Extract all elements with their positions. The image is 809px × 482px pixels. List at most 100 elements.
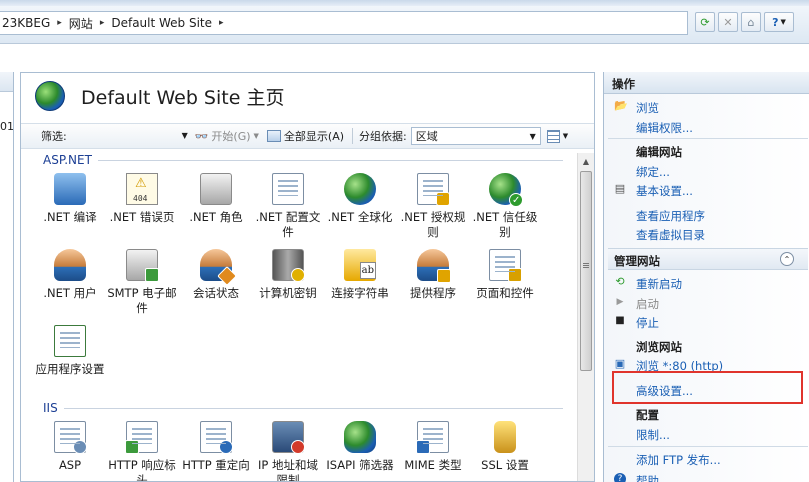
feature-label: .NET 错误页 xyxy=(109,210,175,224)
profile-icon xyxy=(272,173,304,205)
binoculars-icon: 👓 xyxy=(194,129,209,143)
start-link: 启动 xyxy=(636,297,659,311)
chevron-down-icon: ▼ xyxy=(780,18,786,26)
feature-tile[interactable]: SSL 设置 xyxy=(470,421,540,473)
chevron-down-icon[interactable]: ▼ xyxy=(182,131,188,140)
error-404-icon xyxy=(126,173,158,206)
feature-tile[interactable]: 提供程序 xyxy=(398,249,468,301)
view-mode-button[interactable]: ▼ xyxy=(546,129,568,143)
show-all-label: 全部显示(A) xyxy=(283,130,345,143)
group-divider xyxy=(63,407,563,409)
feature-label: 应用程序设置 xyxy=(35,362,105,376)
help-link[interactable]: 帮助 xyxy=(636,473,659,482)
group-by-select[interactable]: 区域 ▼ xyxy=(410,127,541,145)
restart-icon: ⟲ xyxy=(615,275,625,288)
toolbar-divider xyxy=(352,128,354,144)
group-heading-iis[interactable]: IIS xyxy=(43,401,563,415)
arrow-badge-icon xyxy=(125,440,139,454)
edit-permissions-link[interactable]: 编辑权限... xyxy=(636,120,693,136)
mime-types-icon xyxy=(416,421,449,454)
feature-label: 页面和控件 xyxy=(476,286,534,300)
filter-bar: 筛选: ▼ 👓 开始(G) ▼ 全部显示(A) 分组依据: 区域 ▼ ▼ xyxy=(21,123,594,149)
address-bar: 23KBEG ▸ 网站 ▸ Default Web Site ▸ ⟳ ✕ ⌂ ?… xyxy=(0,0,809,44)
http-redirect-icon xyxy=(200,421,233,454)
feature-tile[interactable]: .NET 用户 xyxy=(35,249,105,301)
chevron-down-icon: ▼ xyxy=(253,132,259,140)
feature-tile[interactable]: .NET 全球化 xyxy=(325,173,395,225)
isapi-filter-icon xyxy=(344,421,376,453)
feature-tile[interactable]: ISAPI 筛选器 xyxy=(325,421,395,473)
basic-settings-link[interactable]: 基本设置... xyxy=(636,183,693,199)
help-button[interactable]: ? ▼ xyxy=(764,12,794,32)
vertical-scrollbar[interactable]: ▲ xyxy=(577,153,594,481)
scroll-up-icon[interactable]: ▲ xyxy=(578,153,594,169)
breadcrumb[interactable]: 23KBEG ▸ 网站 ▸ Default Web Site ▸ xyxy=(0,11,688,35)
download-arrow-icon xyxy=(54,173,86,205)
feature-tile[interactable]: IP 地址和域限制 xyxy=(253,421,323,481)
manage-site-section[interactable]: 管理网站 ⌃ xyxy=(608,248,808,270)
group-heading-aspnet[interactable]: ASP.NET xyxy=(43,153,563,167)
actions-panel: 操作 📂 浏览 编辑权限... 编辑网站 绑定... ▤ 基本设置... 查看应… xyxy=(603,72,809,482)
tree-item-text[interactable]: 01 xyxy=(0,120,14,133)
filter-label: 筛选: xyxy=(41,130,67,143)
show-all-button[interactable]: 全部显示(A) xyxy=(266,128,345,144)
view-virtual-directories-link[interactable]: 查看虚拟目录 xyxy=(636,227,705,243)
chevron-down-icon: ▼ xyxy=(529,131,536,141)
breadcrumb-site[interactable]: Default Web Site xyxy=(111,16,212,30)
limits-link[interactable]: 限制... xyxy=(636,427,670,443)
feature-label: 连接字符串 xyxy=(331,286,389,300)
feature-tile[interactable]: 页面和控件 xyxy=(470,249,540,301)
breadcrumb-separator-icon: ▸ xyxy=(219,18,224,28)
connections-header xyxy=(0,72,13,92)
restart-link[interactable]: 重新启动 xyxy=(636,276,682,292)
feature-tile[interactable]: .NET 角色 xyxy=(181,173,251,225)
filter-input[interactable]: ▼ xyxy=(77,127,191,145)
stop-nav-icon[interactable]: ✕ xyxy=(718,12,738,32)
feature-tile[interactable]: SMTP 电子邮件 xyxy=(107,249,177,316)
feature-tile[interactable]: 计算机密钥 xyxy=(253,249,323,301)
feature-tile[interactable]: .NET 编译 xyxy=(35,173,105,225)
feature-tile[interactable]: 会话状态 xyxy=(181,249,251,301)
machine-key-icon xyxy=(272,249,305,282)
breadcrumb-sites[interactable]: 网站 xyxy=(69,15,93,32)
feature-tile[interactable]: HTTP 重定向 xyxy=(181,421,251,473)
add-ftp-publishing-link[interactable]: 添加 FTP 发布... xyxy=(636,452,721,468)
feature-tile[interactable]: HTTP 响应标头 xyxy=(107,421,177,481)
feature-label: HTTP 重定向 xyxy=(182,458,250,472)
feature-tile[interactable]: .NET 错误页 xyxy=(107,173,177,225)
help-icon: ? xyxy=(772,15,779,29)
feature-tile[interactable]: .NET 授权规则 xyxy=(398,173,468,240)
scrollbar-thumb[interactable] xyxy=(580,171,592,371)
feature-label: 提供程序 xyxy=(410,286,456,300)
feature-tile[interactable]: .NET 配置文件 xyxy=(253,173,323,240)
feature-tile[interactable]: ASP xyxy=(35,421,105,473)
view-applications-link[interactable]: 查看应用程序 xyxy=(636,208,705,224)
mail-badge-icon xyxy=(145,268,159,282)
feature-label: MIME 类型 xyxy=(404,458,462,472)
explore-link[interactable]: 浏览 xyxy=(636,100,659,116)
breadcrumb-server[interactable]: 23KBEG xyxy=(2,16,50,30)
authorization-icon xyxy=(417,173,450,206)
session-state-icon xyxy=(200,249,237,286)
feature-tile[interactable]: .NET 信任级别 xyxy=(470,173,540,240)
refresh-icon[interactable]: ⟳ xyxy=(695,12,715,32)
ip-restrictions-icon xyxy=(272,421,305,454)
feature-tile[interactable]: MIME 类型 xyxy=(398,421,468,473)
home-icon[interactable]: ⌂ xyxy=(741,12,761,32)
actions-header: 操作 xyxy=(604,72,809,94)
toolbar-buttons: ⟳ ✕ ⌂ ? ▼ xyxy=(695,12,794,32)
users-icon xyxy=(54,249,86,281)
group-by-label: 分组依据: xyxy=(359,130,407,143)
feature-list: ASP.NET .NET 编译 .NET 错误页 .NET 角色 .NET 配置… xyxy=(35,153,575,481)
collapse-icon[interactable]: ⌃ xyxy=(780,252,794,266)
feature-label: .NET 配置文件 xyxy=(255,210,321,239)
feature-label: IP 地址和域限制 xyxy=(258,458,318,481)
feature-tile[interactable]: 应用程序设置 xyxy=(35,325,105,377)
feature-label: .NET 角色 xyxy=(189,210,243,224)
go-button[interactable]: 👓 开始(G) ▼ xyxy=(195,128,259,144)
group-name: IIS xyxy=(43,401,58,415)
title-strip xyxy=(0,0,809,6)
stop-link[interactable]: 停止 xyxy=(636,315,659,331)
feature-tile[interactable]: 连接字符串 xyxy=(325,249,395,301)
bindings-link[interactable]: 绑定... xyxy=(636,164,670,180)
